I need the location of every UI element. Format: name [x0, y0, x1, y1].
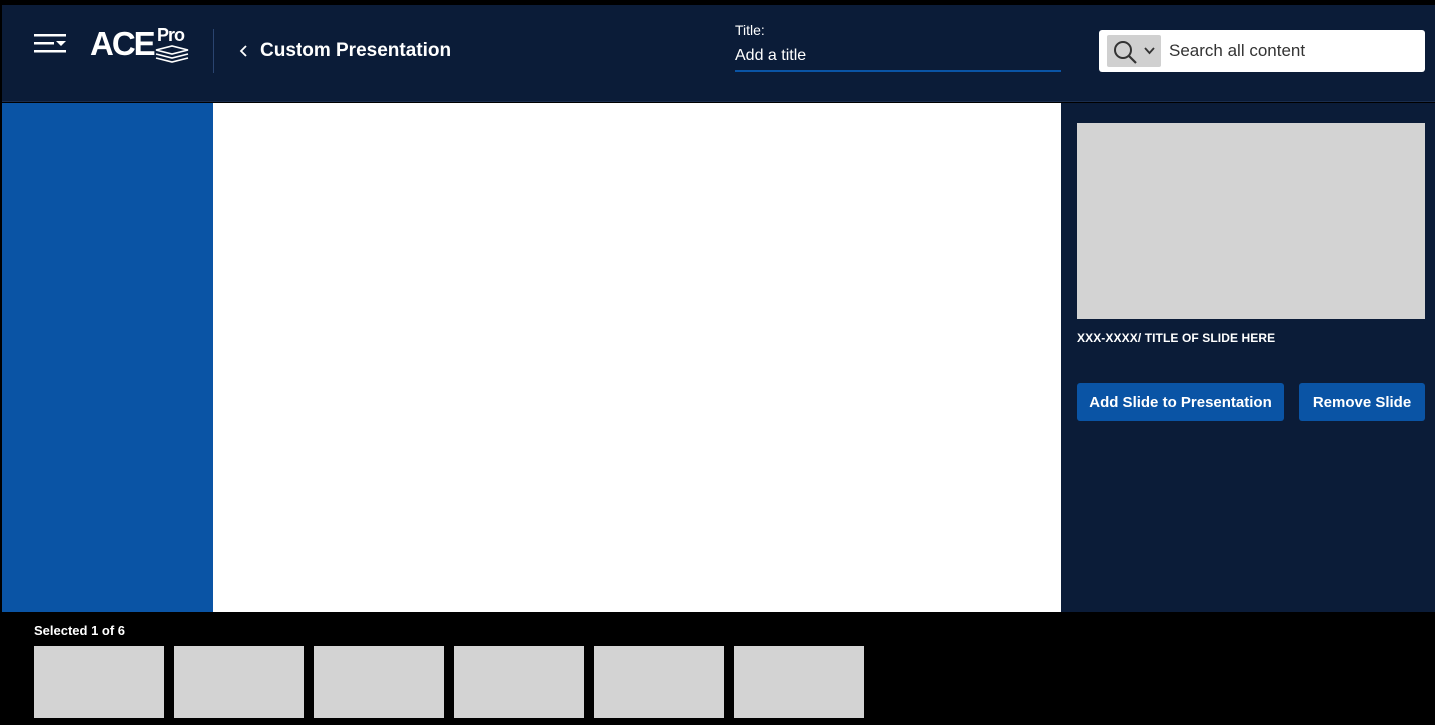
search-input[interactable]	[1169, 36, 1415, 66]
logo-text: ACE	[90, 25, 156, 62]
chevron-left-icon	[239, 45, 247, 57]
menu-collapse-icon	[34, 34, 66, 53]
search-icon	[1114, 41, 1137, 64]
slide-preview-image	[1077, 123, 1425, 319]
left-panel	[2, 103, 213, 612]
page-title: Custom Presentation	[260, 40, 452, 61]
add-slide-button[interactable]: Add Slide to Presentation	[1077, 383, 1284, 421]
slide-filmstrip: Selected 1 of 6	[0, 612, 1435, 725]
slide-thumbnail[interactable]	[734, 646, 864, 718]
remove-slide-button[interactable]: Remove Slide	[1299, 383, 1425, 421]
app-frame: ACE Pro Custom Presentation Title: Add a…	[0, 0, 1435, 725]
slide-thumbnail[interactable]	[454, 646, 584, 718]
title-label: Title:	[735, 22, 765, 38]
title-input[interactable]	[735, 42, 1061, 72]
top-header: ACE Pro Custom Presentation Title:	[2, 5, 1435, 102]
slide-thumbnail[interactable]	[34, 646, 164, 718]
menu-button[interactable]	[32, 29, 68, 59]
slide-title: XXX-XXXX/ TITLE OF SLIDE HERE	[1077, 331, 1276, 345]
search-scope-dropdown[interactable]	[1107, 35, 1161, 67]
chevron-down-icon	[1144, 47, 1155, 55]
slide-thumbnail[interactable]	[594, 646, 724, 718]
layers-icon	[155, 45, 189, 63]
slide-thumbnail[interactable]	[174, 646, 304, 718]
search-box	[1099, 30, 1425, 72]
presentation-title-field: Title:	[735, 20, 1061, 73]
slide-thumbnail[interactable]	[314, 646, 444, 718]
logo-pro-text: Pro	[157, 25, 185, 45]
ace-pro-logo[interactable]: ACE Pro	[90, 23, 200, 69]
slide-details-panel: XXX-XXXX/ TITLE OF SLIDE HERE Add Slide …	[1061, 103, 1435, 612]
slide-canvas[interactable]	[213, 103, 1061, 612]
thumbnail-list	[34, 646, 874, 718]
selected-count: Selected 1 of 6	[34, 623, 126, 638]
back-link[interactable]: Custom Presentation	[238, 39, 451, 63]
header-divider	[213, 29, 214, 73]
